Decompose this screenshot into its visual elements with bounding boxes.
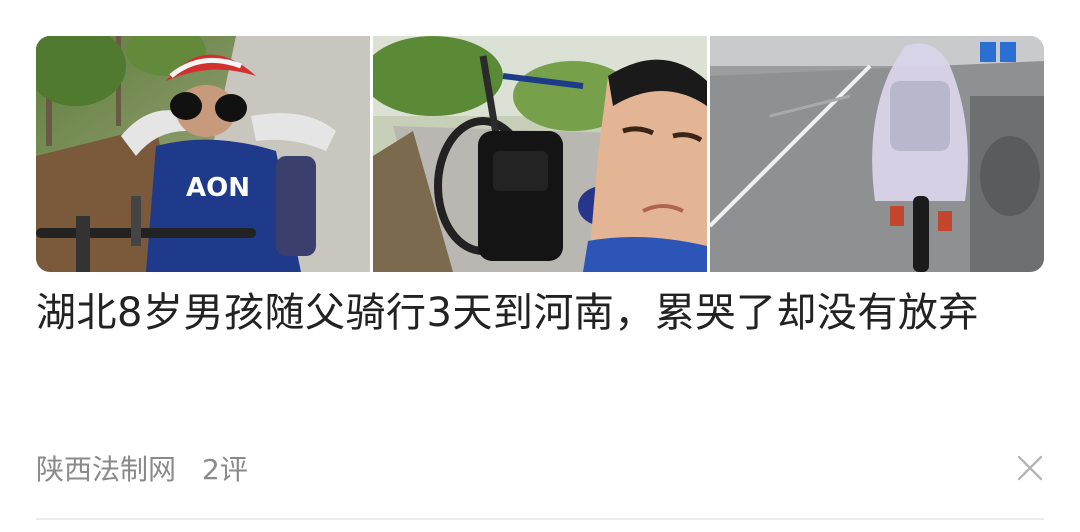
thumbnail-strip[interactable]: AON xyxy=(36,36,1044,272)
article-meta: 陕西法制网 2评 xyxy=(36,448,248,488)
jersey-text: AON xyxy=(186,173,250,203)
close-icon xyxy=(1017,455,1043,481)
thumbnail-image-2[interactable] xyxy=(373,36,707,272)
photo-rider-raincoat-wet-road xyxy=(710,36,1044,272)
source-name: 陕西法制网 xyxy=(36,453,177,486)
photo-boy-crying-with-bike: AON xyxy=(36,36,370,272)
news-feed-card[interactable]: AON 湖北8岁男孩随父骑行3天到河南，累哭了却没有放弃 陕西法制网 2评 xyxy=(0,0,1080,532)
thumbnail-image-1[interactable]: AON xyxy=(36,36,370,272)
article-headline[interactable]: 湖北8岁男孩随父骑行3天到河南，累哭了却没有放弃 xyxy=(36,282,1046,344)
comment-count: 2评 xyxy=(202,453,248,486)
dismiss-button[interactable] xyxy=(1010,448,1050,488)
photo-boy-face-with-bicycle xyxy=(373,36,707,272)
card-divider xyxy=(36,518,1044,520)
thumbnail-image-3[interactable] xyxy=(710,36,1044,272)
